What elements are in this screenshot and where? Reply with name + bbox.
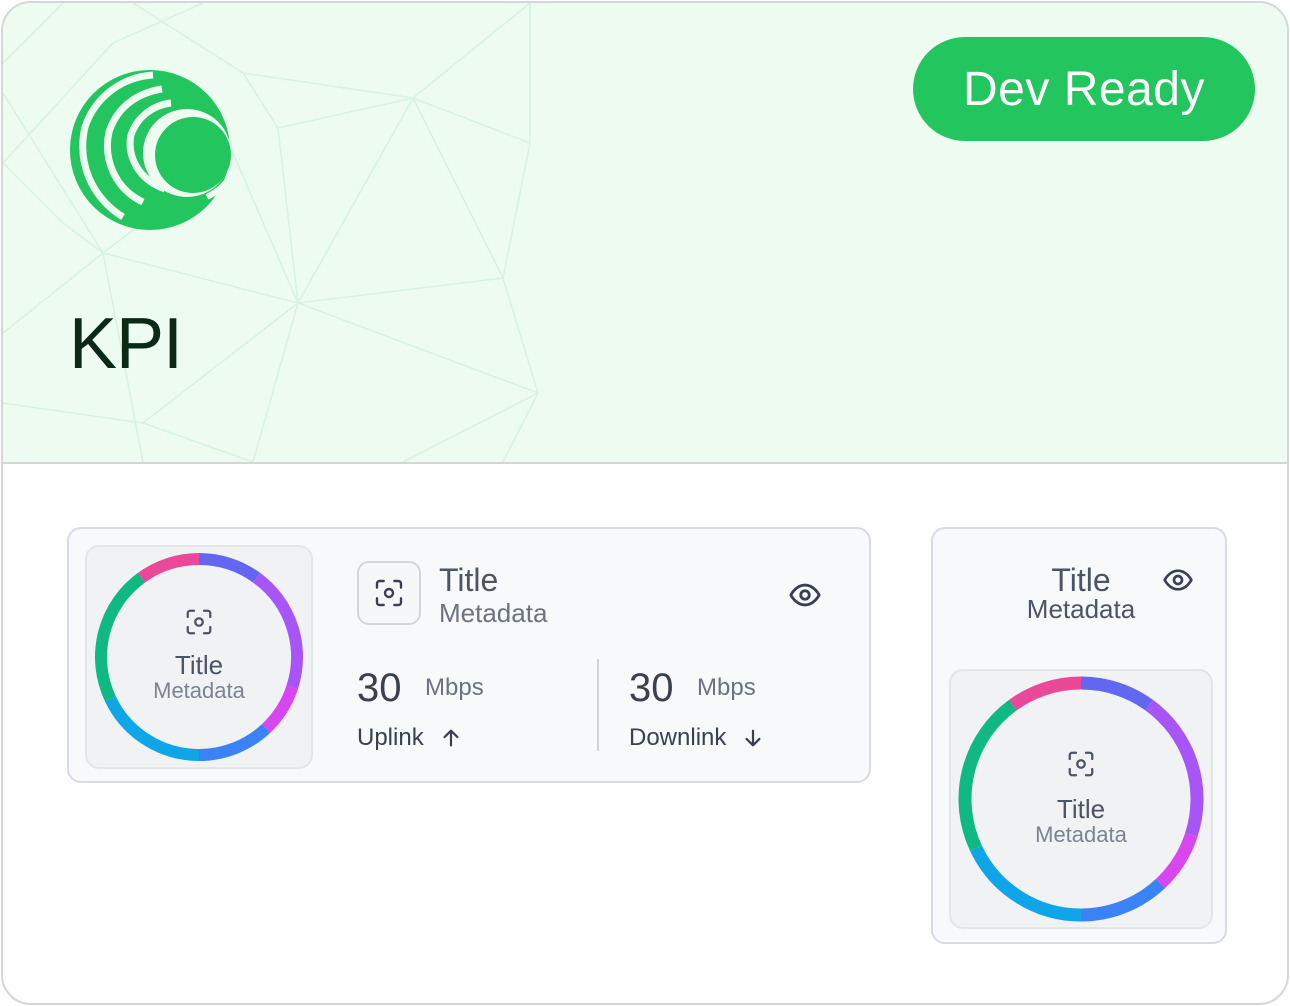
- ring-segment-0: [198, 553, 261, 583]
- ring-title: Title: [174, 650, 224, 680]
- kpi-card[interactable]: Title Metadata Title Metadata 30 Mbps Up…: [67, 527, 871, 783]
- ring-segment-0: [1080, 676, 1154, 711]
- ring-segment-6: [137, 553, 200, 583]
- ring-segment-3: [1080, 878, 1165, 922]
- downlink-unit: Mbps: [697, 674, 756, 701]
- ring-center-label: Title Metadata: [951, 749, 1211, 847]
- eye-icon: [1163, 569, 1193, 591]
- brand-logo-icon: [70, 70, 233, 230]
- ring-center-label: Title Metadata: [87, 607, 311, 703]
- stat-divider: [597, 659, 599, 751]
- arrow-up-icon: [443, 729, 459, 747]
- ring-segment-6: [1008, 676, 1082, 711]
- eye-icon: [789, 583, 821, 607]
- ring-segment-4: [970, 845, 1082, 922]
- component-sheet: KPI Dev Ready Title Metadata Title Metad…: [1, 1, 1289, 1005]
- focus-icon: [375, 579, 403, 607]
- hero-banner: KPI Dev Ready: [3, 3, 1287, 464]
- uplink-unit: Mbps: [425, 674, 484, 701]
- ring-metadata: Metadata: [1035, 822, 1127, 847]
- focus-icon: [1068, 751, 1094, 777]
- arrow-down-icon: [745, 729, 761, 747]
- uplink-value: 30: [357, 666, 402, 710]
- kpi-ring-widget: Title Metadata: [949, 669, 1213, 929]
- ring-segment-3: [198, 723, 271, 761]
- ring-segment-4: [104, 696, 200, 761]
- ring-metadata: Metadata: [153, 678, 245, 703]
- kpi-tile[interactable]: Title Metadata Title Metadata: [931, 527, 1227, 944]
- view-button[interactable]: [1161, 563, 1195, 597]
- kpi-card-title: Title: [439, 562, 499, 598]
- kpi-ring-widget: Title Metadata: [85, 545, 313, 769]
- kpi-icon-box: [357, 561, 421, 625]
- downlink-label: Downlink: [629, 724, 727, 751]
- uplink-label: Uplink: [357, 724, 424, 751]
- focus-icon: [186, 609, 212, 635]
- page-title: KPI: [69, 304, 183, 384]
- downlink-label-row: Downlink: [629, 725, 764, 751]
- view-button[interactable]: [787, 577, 823, 613]
- status-badge: Dev Ready: [913, 37, 1255, 141]
- kpi-card-metadata: Metadata: [439, 598, 548, 628]
- kpi-tile-metadata: Metadata: [1026, 594, 1136, 624]
- uplink-label-row: Uplink: [357, 725, 462, 751]
- downlink-value: 30: [629, 666, 674, 710]
- ring-title: Title: [1056, 794, 1106, 824]
